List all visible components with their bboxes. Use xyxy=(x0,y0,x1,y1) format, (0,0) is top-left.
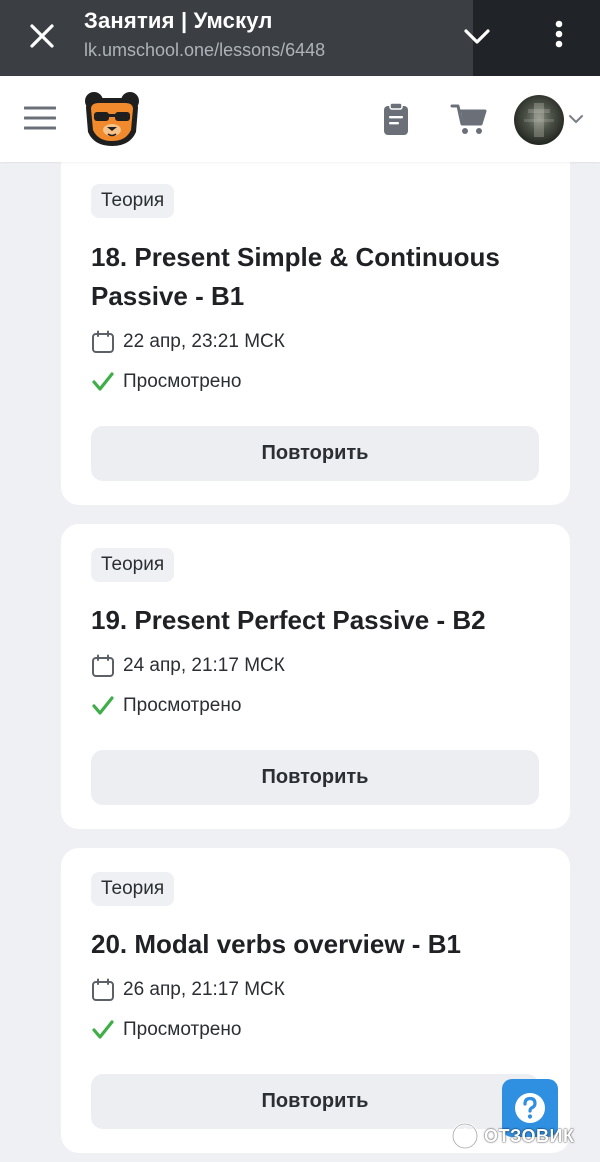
lesson-card: Теория 20. Modal verbs overview - B1 26 … xyxy=(61,848,570,1153)
lesson-title[interactable]: 20. Modal verbs overview - B1 xyxy=(91,925,541,964)
watermark-text: ОТЗОВИК xyxy=(484,1125,575,1146)
app-header xyxy=(0,76,600,162)
more-menu-icon[interactable] xyxy=(545,16,573,56)
lesson-status-text: Просмотрено xyxy=(123,695,242,716)
page-url[interactable]: lk.umschool.one/lessons/6448 xyxy=(84,40,325,61)
lesson-status: Просмотрено xyxy=(91,1017,241,1043)
lesson-status-text: Просмотрено xyxy=(123,371,242,392)
menu-icon[interactable] xyxy=(23,104,57,132)
lesson-type-badge: Теория xyxy=(91,872,175,906)
check-icon xyxy=(91,694,115,718)
lesson-date-text: 22 апр, 23:21 МСК xyxy=(123,331,285,352)
watermark: ОТЗОВИК xyxy=(450,1120,595,1152)
browser-bar: Занятия | Умскул lk.umschool.one/lessons… xyxy=(0,0,600,76)
lesson-status-text: Просмотрено xyxy=(123,1019,242,1040)
check-icon xyxy=(91,1018,115,1042)
repeat-button[interactable]: Повторить xyxy=(91,426,539,481)
lesson-title[interactable]: 19. Present Perfect Passive - B2 xyxy=(91,601,541,640)
calendar-icon xyxy=(91,978,115,1002)
chevron-down-icon[interactable] xyxy=(568,112,584,126)
lesson-card: Теория 18. Present Simple & Continuous P… xyxy=(61,140,570,505)
avatar[interactable] xyxy=(514,95,564,145)
check-icon xyxy=(91,370,115,394)
lesson-date: 24 апр, 21:17 МСК xyxy=(91,653,285,679)
calendar-icon xyxy=(91,654,115,678)
lesson-type-badge: Теория xyxy=(91,548,175,582)
clipboard-icon[interactable] xyxy=(380,102,412,136)
lesson-date-text: 26 апр, 21:17 МСК xyxy=(123,979,285,1000)
calendar-icon xyxy=(91,330,115,354)
repeat-button[interactable]: Повторить xyxy=(91,750,539,805)
lesson-title[interactable]: 18. Present Simple & Continuous Passive … xyxy=(91,238,541,316)
lesson-date: 26 апр, 21:17 МСК xyxy=(91,977,285,1003)
lesson-date: 22 апр, 23:21 МСК xyxy=(91,329,285,355)
lesson-type-badge: Теория xyxy=(91,184,175,218)
lesson-card: Теория 19. Present Perfect Passive - B2 … xyxy=(61,524,570,829)
page-title: Занятия | Умскул xyxy=(84,8,273,33)
lesson-status: Просмотрено xyxy=(91,693,241,719)
cart-icon[interactable] xyxy=(450,102,488,136)
chevron-down-icon[interactable] xyxy=(458,18,496,56)
close-icon[interactable] xyxy=(22,16,62,56)
bear-logo[interactable] xyxy=(82,90,142,148)
lesson-status: Просмотрено xyxy=(91,369,241,395)
watermark-logo-icon xyxy=(451,1122,479,1150)
lesson-date-text: 24 апр, 21:17 МСК xyxy=(123,655,285,676)
